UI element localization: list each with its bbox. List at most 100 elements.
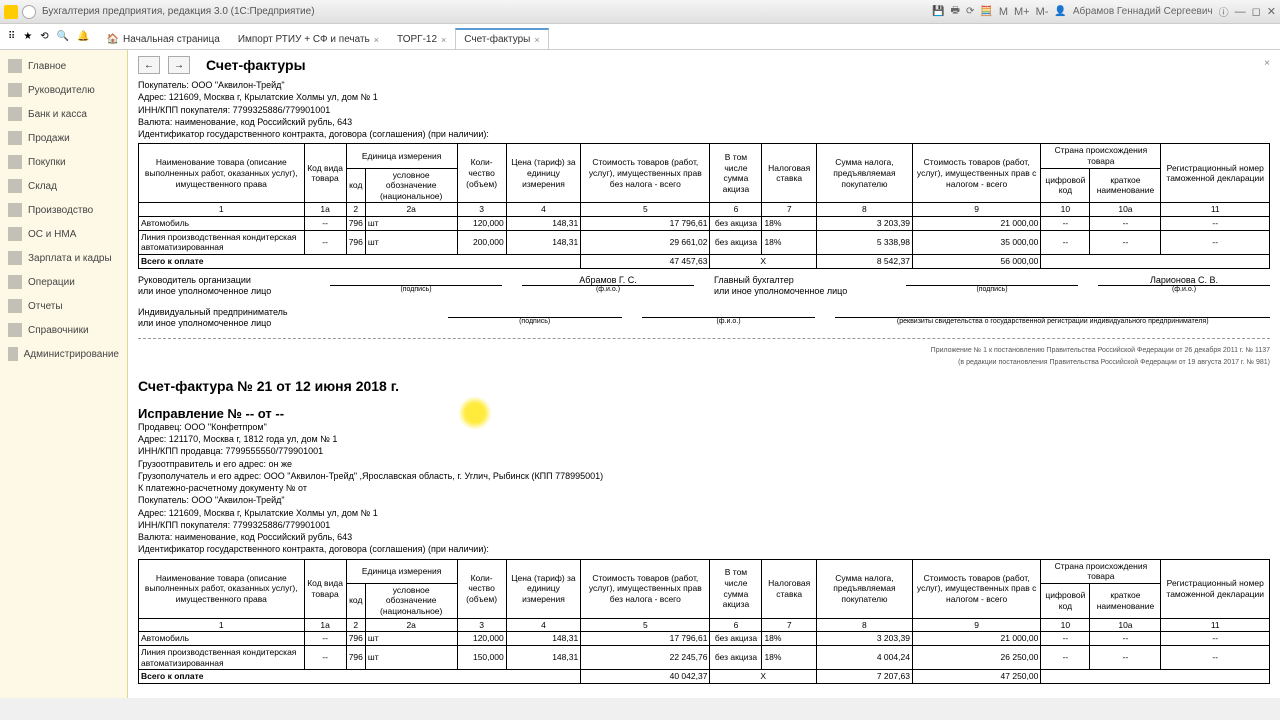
col-price: Цена (тариф) за единицу измерения	[506, 559, 580, 618]
col-num: 1	[139, 203, 305, 217]
sidebar-item[interactable]: Руководителю	[0, 78, 127, 102]
col-num: 9	[912, 618, 1040, 632]
sidebar-item[interactable]: Администрирование	[0, 342, 127, 366]
nav-forward-button[interactable]: →	[168, 56, 190, 74]
window-maximize-icon[interactable]: ◻	[1252, 5, 1261, 18]
col-kod: код	[346, 168, 365, 203]
tab-import[interactable]: Импорт РТИУ + СФ и печать ×	[229, 29, 388, 49]
doc-header-line: Продавец: ООО "Конфетпром"	[138, 422, 1270, 433]
col-country: Страна происхождения товара	[1041, 144, 1161, 168]
sidebar-icon	[8, 155, 22, 169]
sidebar-item[interactable]: Зарплата и кадры	[0, 246, 127, 270]
sig-fio-hint: (ф.и.о.)	[522, 286, 694, 295]
toolbar-refresh-icon[interactable]: ⟳	[966, 6, 974, 17]
sidebar-label: Банк и касса	[28, 109, 87, 120]
doc-header-line: Адрес: 121609, Москва г, Крылатские Холм…	[138, 508, 1270, 519]
tab-torg12[interactable]: ТОРГ-12 ×	[388, 29, 455, 49]
table-row: Линия производственная кондитерская авто…	[139, 645, 1270, 669]
invoice-table-1: Наименование товара (описание выполненны…	[138, 143, 1270, 268]
sidebar-icon	[8, 83, 22, 97]
col-unit: Единица измерения	[346, 144, 457, 168]
tab-home[interactable]: 🏠 Начальная страница	[98, 29, 229, 49]
col-num: 4	[506, 618, 580, 632]
col-num: 2а	[365, 618, 457, 632]
col-country: Страна происхождения товара	[1041, 559, 1161, 583]
col-num: 7	[762, 618, 816, 632]
col-num: 10а	[1090, 203, 1161, 217]
doc-header-line: ИНН/КПП покупателя: 7799325886/779901001	[138, 520, 1270, 531]
doc-header-line: Покупатель: ООО "Аквилон-Трейд"	[138, 80, 1270, 91]
col-price: Цена (тариф) за единицу измерения	[506, 144, 580, 203]
sig-acc-name: Ларионова С. В.	[1098, 275, 1270, 286]
col-num: 5	[581, 618, 710, 632]
col-num: 2	[346, 203, 365, 217]
col-num: 9	[912, 203, 1040, 217]
sidebar-item[interactable]: Покупки	[0, 150, 127, 174]
m-icon[interactable]: M	[999, 6, 1008, 18]
sidebar-label: Продажи	[28, 133, 70, 144]
tab-close-icon[interactable]: ×	[534, 35, 539, 45]
window-minimize-icon[interactable]: —	[1235, 6, 1246, 18]
window-close-icon[interactable]: ✕	[1267, 5, 1276, 18]
col-num: 4	[506, 203, 580, 217]
col-reg: Регистрационный номер таможенной деклара…	[1161, 559, 1270, 618]
sidebar-item[interactable]: Продажи	[0, 126, 127, 150]
user-name[interactable]: Абрамов Геннадий Сергеевич	[1073, 6, 1213, 17]
col-num: 6	[710, 203, 762, 217]
doc-header-line: К платежно-расчетному документу № от	[138, 483, 1270, 494]
sidebar-icon	[8, 203, 22, 217]
sidebar-item[interactable]: Производство	[0, 198, 127, 222]
col-name: Наименование товара (описание выполненны…	[139, 559, 305, 618]
content-area: × ← → Счет-фактуры Покупатель: ООО "Акви…	[128, 50, 1280, 698]
invoice-table-2: Наименование товара (описание выполненны…	[138, 559, 1270, 684]
table-total-row: Всего к оплате40 042,37X7 207,6347 250,0…	[139, 670, 1270, 684]
sidebar-item[interactable]: Отчеты	[0, 294, 127, 318]
tab-close-icon[interactable]: ×	[374, 35, 379, 45]
tab-invoice[interactable]: Счет-фактуры ×	[455, 28, 548, 49]
apps-icon[interactable]: ⠿	[8, 31, 15, 42]
app-logo-icon	[4, 5, 18, 19]
sidebar-item[interactable]: Склад	[0, 174, 127, 198]
sidebar-icon	[8, 251, 22, 265]
sidebar-label: Отчеты	[28, 301, 63, 312]
info-icon[interactable]: ⓘ	[1219, 4, 1229, 19]
col-num: 10	[1041, 203, 1090, 217]
history-icon[interactable]: ⟲	[40, 31, 48, 42]
col-usl: условное обозначение (национальное)	[365, 583, 457, 618]
doc-header-line: Грузополучатель и его адрес: ООО "Аквило…	[138, 471, 1270, 482]
sidebar-label: Производство	[28, 205, 93, 216]
search-icon[interactable]: 🔍	[57, 31, 69, 42]
sidebar-item[interactable]: Справочники	[0, 318, 127, 342]
col-num: 1а	[304, 618, 346, 632]
sig-head-label: Руководитель организации	[138, 275, 310, 286]
col-num: 2а	[365, 203, 457, 217]
sidebar-item[interactable]: Операции	[0, 270, 127, 294]
toolbar-print-icon[interactable]: 🖶	[951, 3, 960, 20]
tab-close-icon[interactable]: ×	[441, 35, 446, 45]
sidebar-icon	[8, 299, 22, 313]
page-close-icon[interactable]: ×	[1264, 58, 1270, 69]
sidebar-icon	[8, 107, 22, 121]
tab-bar: ⠿ ★ ⟲ 🔍 🔔 🏠 Начальная страница Импорт РТ…	[0, 24, 1280, 50]
col-num: 10	[1041, 618, 1090, 632]
bell-icon[interactable]: 🔔	[77, 31, 89, 42]
footnote-1: Приложение № 1 к постановлению Правитель…	[138, 347, 1270, 356]
col-vtom: В том числе сумма акциза	[710, 559, 762, 618]
col-rate: Налоговая ставка	[762, 144, 816, 203]
toolbar-calc-icon[interactable]: 🧮	[980, 6, 992, 17]
favorite-icon[interactable]: ★	[23, 31, 32, 42]
m-minus-icon[interactable]: M-	[1036, 6, 1049, 18]
sidebar-item[interactable]: ОС и НМА	[0, 222, 127, 246]
sidebar-item[interactable]: Главное	[0, 54, 127, 78]
sidebar-label: Покупки	[28, 157, 66, 168]
m-plus-icon[interactable]: M+	[1014, 6, 1030, 18]
doc-header-line: Адрес: 121170, Москва г, 1812 года ул, д…	[138, 434, 1270, 445]
sig-fio-hint: (ф.и.о.)	[642, 318, 816, 327]
sidebar-item[interactable]: Банк и касса	[0, 102, 127, 126]
sidebar-icon	[8, 131, 22, 145]
col-num: 7	[762, 203, 816, 217]
sig-acc-label: Главный бухгалтер	[714, 275, 886, 286]
sidebar: ГлавноеРуководителю Банк и касса Продажи По…	[0, 50, 128, 698]
toolbar-save-icon[interactable]: 💾	[932, 6, 944, 17]
nav-back-button[interactable]: ←	[138, 56, 160, 74]
